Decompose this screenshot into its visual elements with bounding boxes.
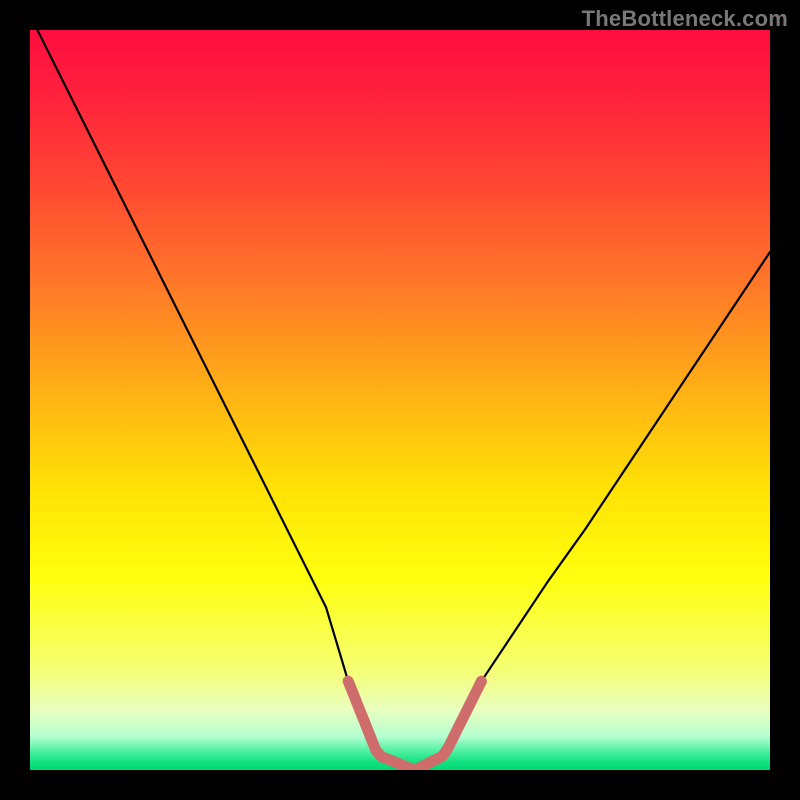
watermark-text: TheBottleneck.com	[582, 6, 788, 32]
bottleneck-curve	[30, 30, 770, 770]
plot-area	[30, 30, 770, 770]
chart-frame: TheBottleneck.com	[0, 0, 800, 800]
